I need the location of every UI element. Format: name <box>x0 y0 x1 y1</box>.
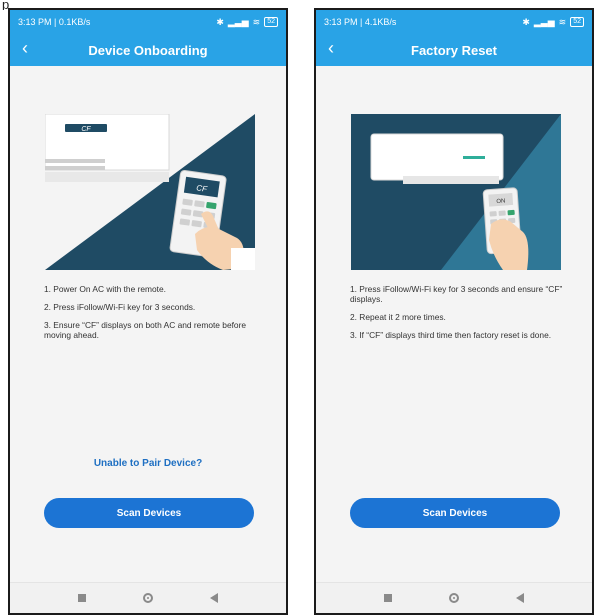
status-time: 3:13 PM | 4.1KB/s <box>324 17 397 27</box>
page-title: Factory Reset <box>411 42 497 58</box>
app-bar: ‹ Factory Reset <box>316 34 592 66</box>
ac-remote-illustration: ON <box>351 114 561 270</box>
main-content: CF CF 1. Power On AC with the remote. 2.… <box>10 66 286 583</box>
status-bar: 3:13 PM | 4.1KB/s ✱ ▂▃▅ ≋ 52 <box>316 10 592 34</box>
step-item: 2. Repeat it 2 more times. <box>350 312 446 322</box>
ac-display-label: CF <box>81 126 91 133</box>
unable-to-pair-link[interactable]: Unable to Pair Device? <box>10 458 286 469</box>
back-triangle-icon[interactable] <box>515 593 524 603</box>
home-icon[interactable] <box>142 593 153 603</box>
signal-icon: ▂▃▅ <box>533 16 555 27</box>
chevron-left-icon[interactable]: ‹ <box>328 38 334 59</box>
ac-remote-illustration: CF CF <box>45 114 255 270</box>
system-nav-bar <box>10 582 286 613</box>
back-triangle-icon[interactable] <box>209 593 218 603</box>
bluetooth-icon: ✱ <box>522 16 530 27</box>
status-time: 3:13 PM | 0.1KB/s <box>18 17 91 27</box>
status-bar: 3:13 PM | 0.1KB/s ✱ ▂▃▅ ≋ 52 <box>10 10 286 34</box>
home-icon[interactable] <box>448 593 459 603</box>
step-item: 2. Press iFollow/Wi-Fi key for 3 seconds… <box>44 302 196 312</box>
main-content: ON 1. Press iFollow/Wi-Fi key for 3 seco… <box>316 66 592 583</box>
battery-icon: 52 <box>264 17 278 27</box>
scan-devices-button[interactable]: Scan Devices <box>44 498 254 528</box>
step-item: 1. Power On AC with the remote. <box>44 284 166 294</box>
recent-apps-icon[interactable] <box>78 594 87 602</box>
chevron-left-icon[interactable]: ‹ <box>22 38 28 59</box>
battery-icon: 52 <box>570 17 584 27</box>
wifi-icon: ≋ <box>252 16 261 27</box>
page-title: Device Onboarding <box>88 42 208 58</box>
phone-factory-reset: 3:13 PM | 4.1KB/s ✱ ▂▃▅ ≋ 52 ‹ Factory R… <box>314 8 594 615</box>
instructions: 1. Power On AC with the remote. 2. Press… <box>44 284 258 348</box>
signal-icon: ▂▃▅ <box>227 16 249 27</box>
bluetooth-icon: ✱ <box>216 16 224 27</box>
step-item: 3. If “CF” displays third time then fact… <box>350 330 552 340</box>
wifi-icon: ≋ <box>558 16 567 27</box>
app-bar: ‹ Device Onboarding <box>10 34 286 66</box>
phone-device-onboarding: 3:13 PM | 0.1KB/s ✱ ▂▃▅ ≋ 52 ‹ Device On… <box>8 8 288 615</box>
remote-display-label: ON <box>496 198 505 205</box>
scan-devices-button[interactable]: Scan Devices <box>350 498 560 528</box>
recent-apps-icon[interactable] <box>384 594 393 602</box>
step-item: 1. Press iFollow/Wi-Fi key for 3 seconds… <box>350 284 563 304</box>
instructions: 1. Press iFollow/Wi-Fi key for 3 seconds… <box>350 284 564 348</box>
step-item: 3. Ensure “CF” displays on both AC and r… <box>44 320 247 340</box>
system-nav-bar <box>316 582 592 613</box>
